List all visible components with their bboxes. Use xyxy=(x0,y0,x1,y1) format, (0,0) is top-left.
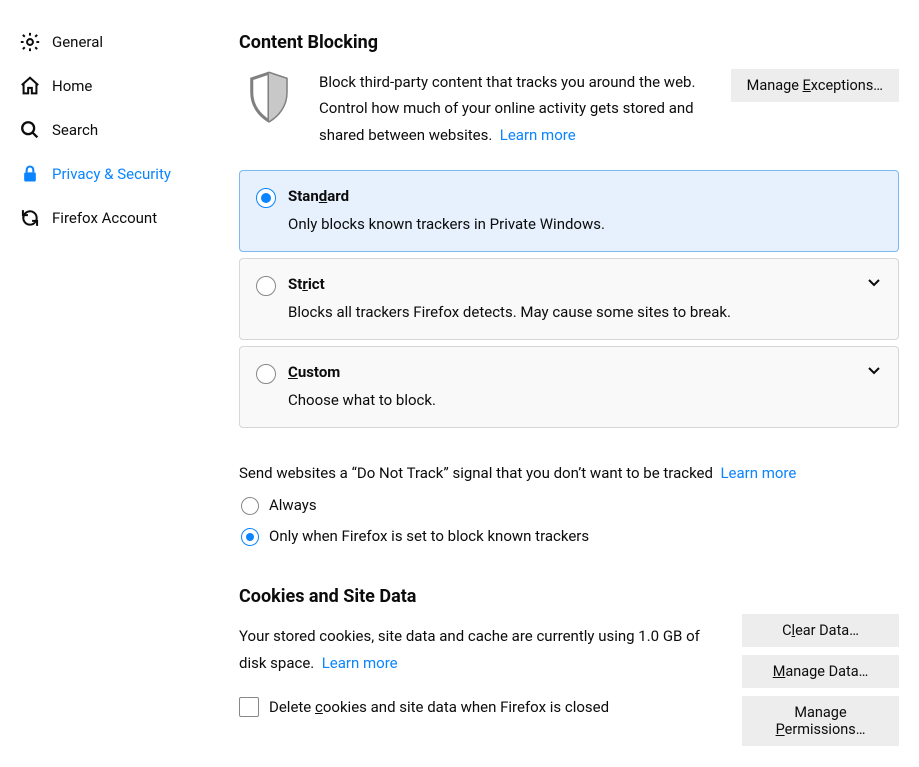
radio-strict[interactable] xyxy=(256,276,276,296)
preferences-main: Content Blocking Block third-party conte… xyxy=(207,0,919,767)
option-title: Standard xyxy=(288,187,878,205)
content-blocking-description: Block third-party content that tracks yo… xyxy=(319,69,711,148)
option-desc: Blocks all trackers Firefox detects. May… xyxy=(288,303,878,321)
preferences-sidebar: General Home Search Privacy & Security xyxy=(0,0,207,767)
cookies-title: Cookies and Site Data xyxy=(239,586,899,607)
sidebar-item-privacy[interactable]: Privacy & Security xyxy=(12,152,197,196)
search-icon xyxy=(18,118,42,142)
dnt-always-row[interactable]: Always xyxy=(239,496,899,515)
option-desc: Choose what to block. xyxy=(288,391,878,409)
radio-label: Always xyxy=(269,496,317,514)
radio-dnt-onblock[interactable] xyxy=(241,528,259,546)
sync-icon xyxy=(18,206,42,230)
blocking-options: Standard Only blocks known trackers in P… xyxy=(239,170,899,428)
content-blocking-header: Block third-party content that tracks yo… xyxy=(239,69,899,148)
chevron-down-icon[interactable] xyxy=(868,361,880,379)
sidebar-item-label: Home xyxy=(52,77,92,95)
do-not-track-section: Send websites a “Do Not Track” signal th… xyxy=(239,464,899,546)
learn-more-link[interactable]: Learn more xyxy=(720,464,796,482)
sidebar-item-account[interactable]: Firefox Account xyxy=(12,196,197,240)
option-title: Strict xyxy=(288,275,878,293)
shield-icon xyxy=(239,69,299,148)
sidebar-item-label: Search xyxy=(52,121,98,139)
sidebar-item-label: Privacy & Security xyxy=(52,165,171,183)
clear-data-button[interactable]: Clear Data… xyxy=(742,614,899,647)
radio-label: Only when Firefox is set to block known … xyxy=(269,527,589,545)
manage-permissions-button[interactable]: Manage Permissions… xyxy=(742,696,899,746)
sidebar-item-home[interactable]: Home xyxy=(12,64,197,108)
learn-more-link[interactable]: Learn more xyxy=(322,654,398,672)
sidebar-item-search[interactable]: Search xyxy=(12,108,197,152)
radio-custom[interactable] xyxy=(256,364,276,384)
cookies-buttons: Clear Data… Manage Data… Manage Permissi… xyxy=(742,614,899,746)
option-desc: Only blocks known trackers in Private Wi… xyxy=(288,215,878,233)
sidebar-item-label: General xyxy=(52,33,103,51)
radio-standard[interactable] xyxy=(256,188,276,208)
checkbox-delete-on-close[interactable] xyxy=(239,697,259,717)
manage-data-button[interactable]: Manage Data… xyxy=(742,655,899,688)
sidebar-item-label: Firefox Account xyxy=(52,209,157,227)
blocking-option-strict[interactable]: Strict Blocks all trackers Firefox detec… xyxy=(239,258,899,340)
chevron-down-icon[interactable] xyxy=(868,273,880,291)
dnt-description: Send websites a “Do Not Track” signal th… xyxy=(239,464,899,482)
radio-dnt-always[interactable] xyxy=(241,497,259,515)
learn-more-link[interactable]: Learn more xyxy=(500,126,576,144)
dnt-onblock-row[interactable]: Only when Firefox is set to block known … xyxy=(239,527,899,546)
cookies-section: Cookies and Site Data Your stored cookie… xyxy=(239,586,899,717)
cookies-description: Your stored cookies, site data and cache… xyxy=(239,623,729,677)
lock-icon xyxy=(18,162,42,186)
content-blocking-title: Content Blocking xyxy=(239,32,899,53)
blocking-option-custom[interactable]: Custom Choose what to block. xyxy=(239,346,899,428)
option-title: Custom xyxy=(288,363,878,381)
manage-exceptions-button[interactable]: Manage Exceptions… xyxy=(731,69,899,102)
checkbox-label: Delete cookies and site data when Firefo… xyxy=(269,698,609,716)
blocking-option-standard[interactable]: Standard Only blocks known trackers in P… xyxy=(239,170,899,252)
sidebar-item-general[interactable]: General xyxy=(12,20,197,64)
home-icon xyxy=(18,74,42,98)
gear-icon xyxy=(18,30,42,54)
